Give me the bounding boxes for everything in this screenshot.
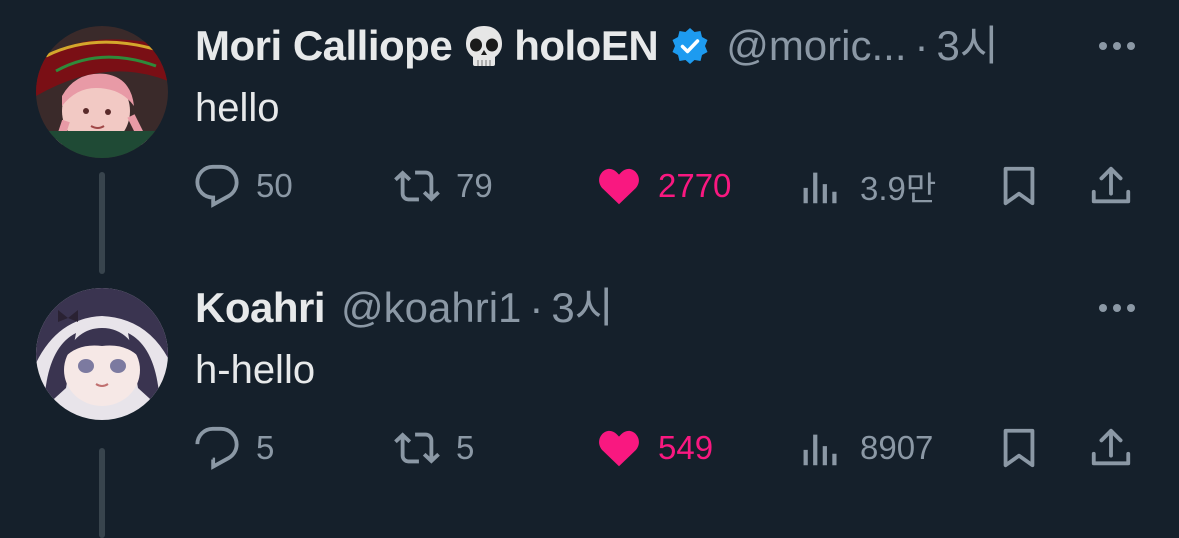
more-options-icon[interactable] <box>1097 26 1137 66</box>
views-button[interactable]: 8907 <box>798 420 933 476</box>
share-icon <box>1088 425 1134 471</box>
bookmark-icon <box>996 425 1042 471</box>
separator: · <box>914 22 929 69</box>
tweet-header: Mori Calliope holoEN @moric... · 3시 <box>195 22 999 70</box>
views-button[interactable]: 3.9만 <box>798 158 936 214</box>
timestamp[interactable]: 3시 <box>937 22 999 70</box>
retweet-button[interactable]: 79 <box>394 158 493 214</box>
reply-button[interactable]: 50 <box>194 158 293 214</box>
tweet-actions: 5 5 549 8907 <box>0 420 1179 476</box>
bookmark-button[interactable] <box>996 420 1042 476</box>
like-count: 549 <box>658 429 714 466</box>
reply-icon <box>194 425 240 471</box>
views-count: 8907 <box>860 429 934 466</box>
reply-icon <box>194 163 240 209</box>
analytics-icon <box>798 425 844 471</box>
reply-count: 5 <box>256 429 275 466</box>
reply-count: 50 <box>256 167 293 204</box>
bookmark-button[interactable] <box>996 158 1042 214</box>
avatar[interactable] <box>36 26 168 158</box>
more-options-icon[interactable] <box>1097 288 1137 328</box>
tweet[interactable]: Mori Calliope holoEN @moric... · 3시 hell… <box>0 0 1179 274</box>
tweet-text: h-hello <box>195 348 316 392</box>
handle[interactable]: @moric... <box>726 22 906 70</box>
share-button[interactable] <box>1088 158 1134 214</box>
like-count: 2770 <box>658 167 732 204</box>
like-button[interactable]: 549 <box>596 420 713 476</box>
tweet[interactable]: Koahri @koahri1 · 3시 h-hello 5 5 549 890… <box>0 262 1179 538</box>
display-name-suffix[interactable]: holoEN <box>514 22 658 70</box>
timestamp[interactable]: 3시 <box>551 284 613 332</box>
handle[interactable]: @koahri1 <box>341 284 521 332</box>
retweet-icon <box>394 425 440 471</box>
like-button[interactable]: 2770 <box>596 158 731 214</box>
retweet-button[interactable]: 5 <box>394 420 474 476</box>
display-name[interactable]: Mori Calliope <box>195 22 453 70</box>
avatar[interactable] <box>36 288 168 420</box>
retweet-icon <box>394 163 440 209</box>
retweet-count: 5 <box>456 429 475 466</box>
heart-icon <box>596 425 642 471</box>
tweet-actions: 50 79 2770 3.9만 <box>0 158 1179 214</box>
reply-button[interactable]: 5 <box>194 420 274 476</box>
heart-icon <box>596 163 642 209</box>
share-button[interactable] <box>1088 420 1134 476</box>
tweet-header: Koahri @koahri1 · 3시 <box>195 284 613 332</box>
views-count: 3.9만 <box>860 170 937 207</box>
skull-icon <box>460 22 508 70</box>
retweet-count: 79 <box>456 167 493 204</box>
bookmark-icon <box>996 163 1042 209</box>
share-icon <box>1088 163 1134 209</box>
tweet-text: hello <box>195 86 280 130</box>
display-name[interactable]: Koahri <box>195 284 326 332</box>
verified-badge-icon <box>670 26 710 66</box>
analytics-icon <box>798 163 844 209</box>
separator: · <box>529 284 544 331</box>
